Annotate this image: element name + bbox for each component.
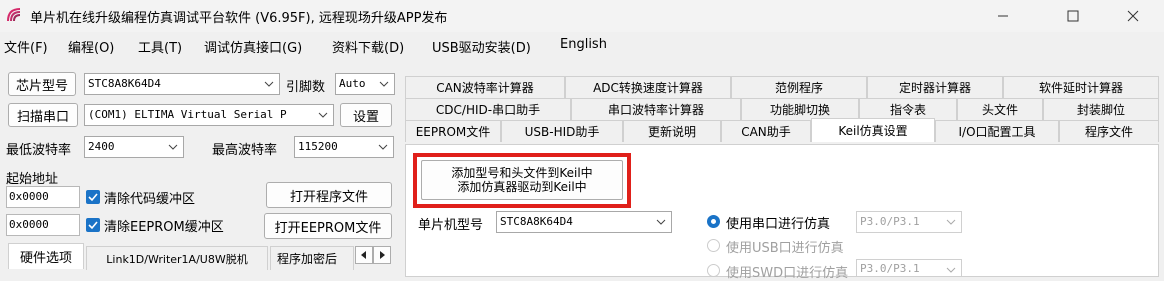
max-baud-label: 最高波特率 [212,143,278,158]
min-baud-value: 2400 [88,140,115,153]
code-address-value: 0x0000 [9,190,49,203]
settings-button[interactable]: 设置 [340,103,392,127]
tab-scroll-right[interactable] [373,246,391,264]
tab-uart-baud-calc[interactable]: 串口波特率计算器 [571,98,741,120]
menu-file[interactable]: 文件(F) [4,37,48,56]
max-baud-value: 115200 [298,140,338,153]
mcu-model-select[interactable]: STC8A8K64D4 [496,211,672,233]
radio-usb-debug[interactable] [707,239,720,252]
tab-keil-settings[interactable]: Keil仿真设置 [811,118,935,142]
scan-port-button[interactable]: 扫描串口 [8,103,78,127]
tab-can-helper[interactable]: CAN助手 [721,120,811,142]
tab-header-file[interactable]: 头文件 [957,98,1043,120]
menu-debug-interface[interactable]: 调试仿真接口(G) [204,37,302,56]
serial-port-value: (COM1) ELTIMA Virtual Serial P [88,108,287,121]
swd-port-select[interactable]: P3.0/P3.1 [856,259,962,277]
open-eeprom-button[interactable]: 打开EEPROM文件 [264,213,392,239]
tab-offline-writer[interactable]: Link1D/Writer1A/U8W脱机 [86,246,268,270]
start-address-label: 起始地址 [6,172,59,187]
eeprom-address-input[interactable]: 0x0000 [6,214,80,236]
chip-model-button[interactable]: 芯片型号 [8,72,76,96]
eeprom-address-value: 0x0000 [9,218,49,231]
title-bar: 单片机在线升级编程仿真调试平台软件 (V6.95F), 远程现场升级APP发布 [0,0,1164,32]
menu-downloads[interactable]: 资料下载(D) [332,37,404,56]
tab-adc-speed-calc[interactable]: ADC转换速度计算器 [565,76,731,98]
clear-code-label[interactable]: 清除代码缓冲区 [104,188,195,207]
menu-usb-driver[interactable]: USB驱动安装(D) [432,37,531,56]
pin-count-value: Auto [339,77,366,90]
serial-debug-port-select[interactable]: P3.0/P3.1 [856,211,962,233]
tab-usb-hid[interactable]: USB-HID助手 [501,120,623,142]
tab-delay-calc[interactable]: 软件延时计算器 [1003,76,1159,98]
chip-model-value: STC8A8K64D4 [88,77,161,90]
chevron-down-icon [168,144,178,150]
radio-swd-debug[interactable] [707,264,720,277]
close-icon [1127,10,1139,22]
tab-example-programs[interactable]: 范例程序 [731,76,867,98]
pin-count-select[interactable]: Auto [335,73,395,95]
open-program-button[interactable]: 打开程序文件 [266,182,392,208]
chevron-down-icon [318,112,328,118]
tab-instruction-table[interactable]: 指令表 [859,98,957,120]
tab-can-baud-calc[interactable]: CAN波特率计算器 [405,76,565,98]
serial-debug-port-value: P3.0/P3.1 [860,215,920,228]
radio-serial-label[interactable]: 使用串口进行仿真 [726,213,830,232]
tab-scroll-left[interactable] [355,246,373,264]
max-baud-select[interactable]: 115200 [294,136,394,158]
check-icon [88,221,98,230]
pin-count-label: 引脚数 [286,80,326,95]
menu-bar: 文件(F) 编程(O) 工具(T) 调试仿真接口(G) 资料下载(D) USB驱… [0,32,1164,60]
clear-eeprom-checkbox[interactable] [86,218,100,232]
min-baud-label: 最低波特率 [6,143,72,158]
maximize-button[interactable] [1050,0,1096,32]
add-to-keil-line2: 添加仿真器驱动到Keil中 [457,180,587,194]
menu-tools[interactable]: 工具(T) [138,37,182,56]
tab-program-encrypt[interactable]: 程序加密后 [270,246,354,270]
chevron-down-icon [946,267,956,273]
menu-english[interactable]: English [560,37,607,52]
tab-io-config[interactable]: I/O口配置工具 [935,120,1059,142]
radio-serial-debug[interactable] [707,215,720,228]
serial-port-select[interactable]: (COM1) ELTIMA Virtual Serial P [84,104,334,126]
add-to-keil-line1: 添加型号和头文件到Keil中 [451,166,593,180]
chip-model-select[interactable]: STC8A8K64D4 [84,73,280,95]
clear-code-checkbox[interactable] [86,190,100,204]
swd-port-value: P3.0/P3.1 [860,262,920,275]
close-button[interactable] [1110,0,1156,32]
chevron-down-icon [379,81,389,87]
chevron-down-icon [656,219,666,225]
check-icon [88,193,98,202]
mcu-model-value: STC8A8K64D4 [500,215,573,228]
tab-update-notes[interactable]: 更新说明 [623,120,721,142]
radio-usb-label[interactable]: 使用USB口进行仿真 [726,237,844,256]
app-icon [7,8,21,22]
add-to-keil-button[interactable]: 添加型号和头文件到Keil中 添加仿真器驱动到Keil中 [421,160,623,200]
maximize-icon [1067,10,1079,22]
triangle-right-icon [380,251,385,259]
tab-eeprom-file[interactable]: EEPROM文件 [405,120,501,142]
radio-swd-label[interactable]: 使用SWD口进行仿真 [726,262,848,281]
window-title: 单片机在线升级编程仿真调试平台软件 (V6.95F), 远程现场升级APP发布 [30,11,448,26]
minimize-button[interactable] [980,0,1026,32]
code-address-input[interactable]: 0x0000 [6,186,80,208]
tab-program-file[interactable]: 程序文件 [1059,120,1159,142]
triangle-left-icon [361,251,366,259]
clear-eeprom-label[interactable]: 清除EEPROM缓冲区 [104,216,224,235]
tab-hardware-options[interactable]: 硬件选项 [8,243,84,269]
chevron-down-icon [946,219,956,225]
tab-timer-calc[interactable]: 定时器计算器 [867,76,1003,98]
min-baud-select[interactable]: 2400 [84,136,184,158]
mcu-model-label: 单片机型号 [418,218,484,233]
chevron-down-icon [378,144,388,150]
tab-cdc-hid-serial[interactable]: CDC/HID-串口助手 [405,98,571,120]
tab-package-pins[interactable]: 封装脚位 [1043,98,1159,120]
minimize-icon [998,15,1008,17]
tab-pin-switch[interactable]: 功能脚切换 [741,98,859,120]
chevron-down-icon [264,81,274,87]
menu-program[interactable]: 编程(O) [68,37,114,56]
